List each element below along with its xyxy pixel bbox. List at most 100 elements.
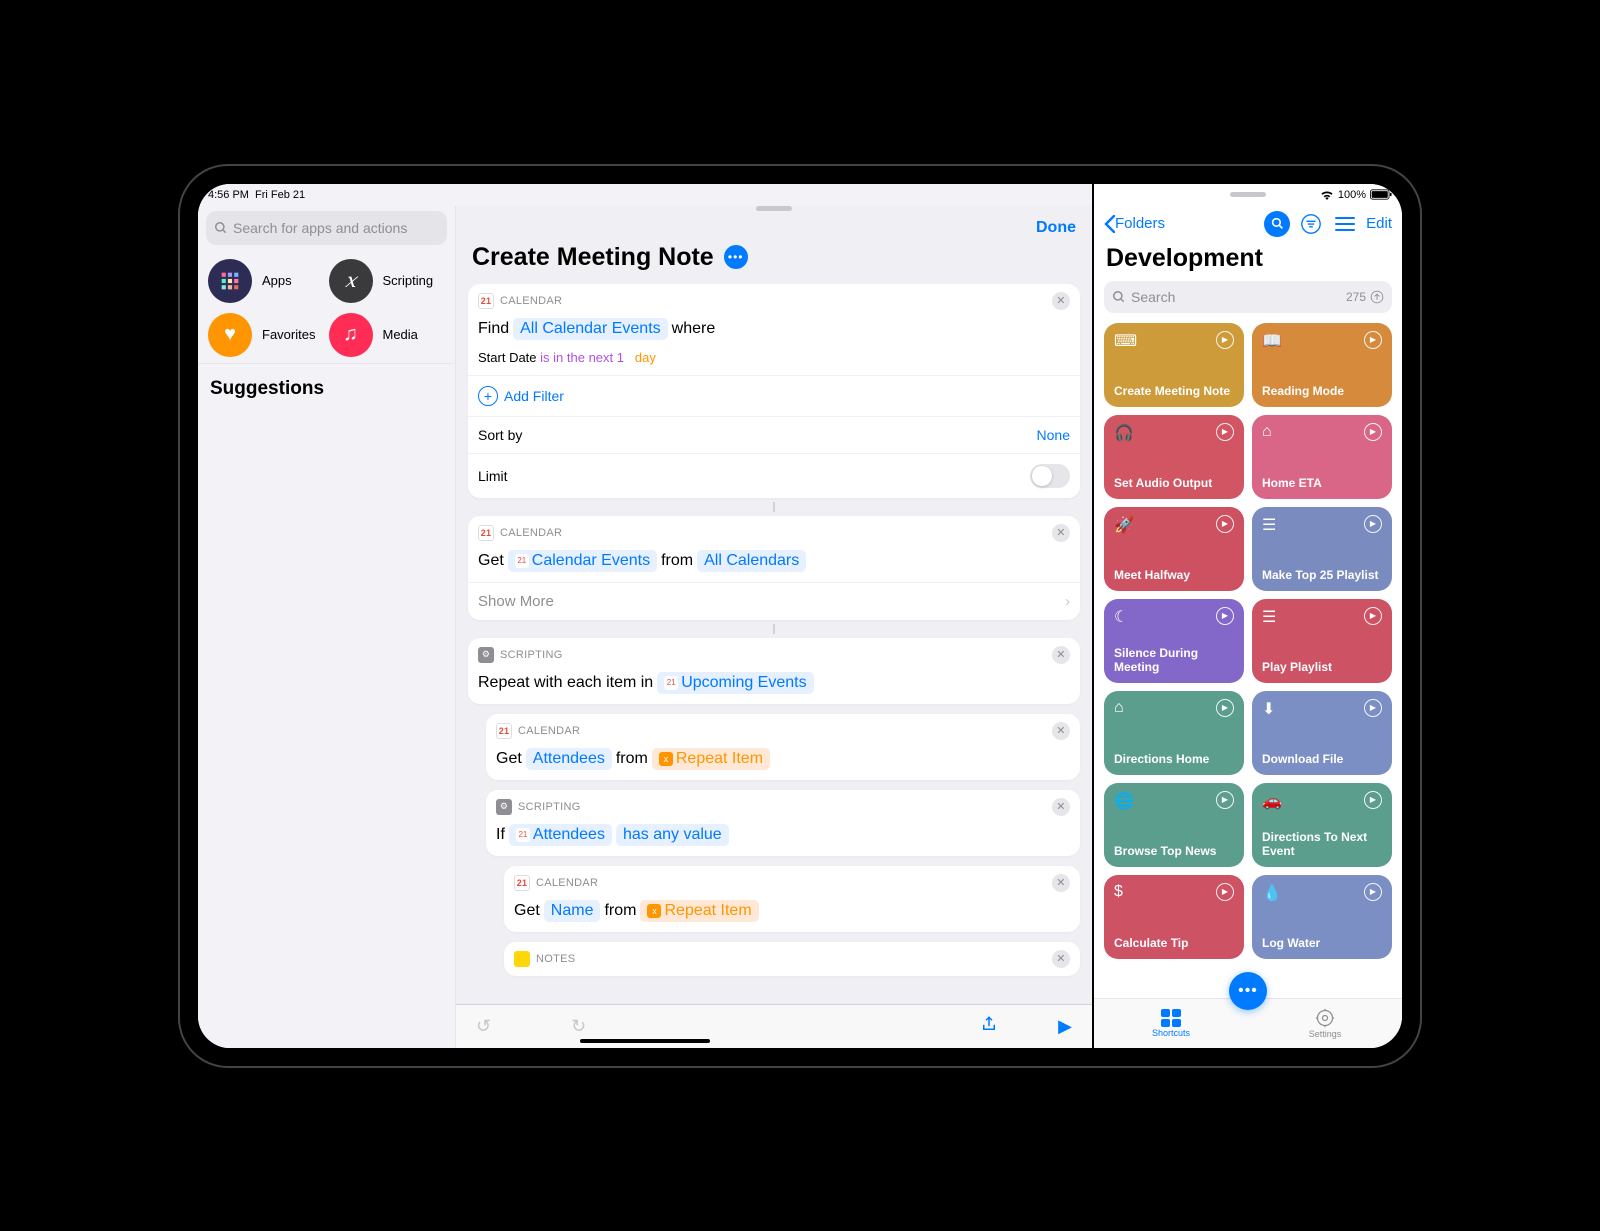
home-indicator[interactable] [580,1039,710,1043]
scripting-icon: 𝑥 [329,259,373,303]
tile-icon: ⌂ [1262,423,1272,441]
tab-settings[interactable]: Settings [1248,999,1402,1048]
filter-unit[interactable]: day [635,350,656,365]
delete-action-button[interactable]: ✕ [1052,646,1070,664]
shortcut-tile[interactable]: ☰▶Play Playlist [1252,599,1392,683]
filter-number[interactable]: 1 [617,350,624,365]
shortcut-tile[interactable]: 🚀▶Meet Halfway [1104,507,1244,591]
limit-toggle[interactable] [1030,464,1070,488]
shortcut-tile[interactable]: ⌨▶Create Meeting Note [1104,323,1244,407]
play-icon[interactable]: ▶ [1364,607,1382,625]
shortcut-tile[interactable]: 💧▶Log Water [1252,875,1392,959]
list-view-button[interactable] [1332,211,1358,237]
token-upcoming-events[interactable]: 21Upcoming Events [657,672,813,694]
shortcut-tile[interactable]: 🌐▶Browse Top News [1104,783,1244,867]
more-button[interactable]: ••• [724,245,748,269]
play-icon[interactable]: ▶ [1216,607,1234,625]
action-get-calendar-events[interactable]: 21 CALENDAR ✕ Get 21Calendar Events from… [468,516,1080,620]
action-notes[interactable]: NOTES ✕ [504,942,1080,976]
shortcut-tile[interactable]: ⌂▶Home ETA [1252,415,1392,499]
sort-by-value[interactable]: None [1037,427,1070,443]
done-button[interactable]: Done [1036,219,1076,237]
delete-action-button[interactable]: ✕ [1052,874,1070,892]
share-button[interactable] [980,1015,998,1038]
tile-icon: $ [1114,883,1123,901]
settings-tab-icon [1315,1008,1335,1028]
more-fab-button[interactable]: ••• [1229,972,1267,1010]
tile-icon: ☾ [1114,607,1128,627]
token-repeat-item[interactable]: xRepeat Item [652,748,770,770]
play-icon[interactable]: ▶ [1364,331,1382,349]
play-icon[interactable]: ▶ [1216,883,1234,901]
token-all-calendars[interactable]: All Calendars [697,550,806,572]
play-icon[interactable]: ▶ [1216,515,1234,533]
search-placeholder: Search [1131,289,1175,305]
tile-label: Make Top 25 Playlist [1262,568,1382,582]
filter-operator[interactable]: is in the next [540,350,613,365]
play-icon[interactable]: ▶ [1216,423,1234,441]
action-verb: Get [514,902,540,920]
shortcut-tile[interactable]: 🚗▶Directions To Next Event [1252,783,1392,867]
token-name[interactable]: Name [544,900,601,922]
token-calendar-events[interactable]: 21Calendar Events [508,550,657,572]
shortcut-tile[interactable]: ⌂▶Directions Home [1104,691,1244,775]
search-icon [214,221,228,235]
action-find-calendar-events[interactable]: 21 CALENDAR ✕ Find All Calendar Events w… [468,284,1080,498]
delete-action-button[interactable]: ✕ [1052,292,1070,310]
battery-icon [1370,189,1392,200]
search-input[interactable]: Search for apps and actions [206,211,447,245]
shortcut-tile[interactable]: 📖▶Reading Mode [1252,323,1392,407]
action-repeat-each[interactable]: ⚙ SCRIPTING ✕ Repeat with each item in 2… [468,638,1080,704]
shortcut-tile[interactable]: ☰ ▶ Make Top 25 Playlist [1252,507,1392,591]
category-media[interactable]: ♫ Media [329,313,446,357]
play-icon[interactable]: ▶ [1364,699,1382,717]
play-icon[interactable]: ▶ [1216,791,1234,809]
undo-button[interactable]: ↺ [476,1016,491,1037]
delete-action-button[interactable]: ✕ [1052,524,1070,542]
play-icon[interactable]: ▶ [1216,699,1234,717]
play-icon[interactable]: ▶ [1364,423,1382,441]
shortcut-tile[interactable]: ⬇▶Download File [1252,691,1392,775]
action-get-attendees[interactable]: 21 CALENDAR ✕ Get Attendees from xRepeat… [486,714,1080,780]
play-icon[interactable]: ▶ [1364,791,1382,809]
battery-percent: 100% [1338,189,1366,201]
shortcut-tile[interactable]: 🎧▶Set Audio Output [1104,415,1244,499]
token-attendees[interactable]: Attendees [526,748,612,770]
add-filter-button[interactable]: + Add Filter [478,386,564,406]
action-category: NOTES [536,953,575,965]
action-get-name[interactable]: 21 CALENDAR ✕ Get Name from xRepeat Item [504,866,1080,932]
play-icon[interactable]: ▶ [1364,515,1382,533]
delete-action-button[interactable]: ✕ [1052,722,1070,740]
tile-icon: ☰ [1262,515,1276,535]
library-search-input[interactable]: Search 275 [1104,281,1392,313]
grabber-handle[interactable] [1230,192,1266,197]
redo-button[interactable]: ↻ [571,1016,586,1037]
play-icon[interactable]: ▶ [1364,883,1382,901]
category-favorites[interactable]: ♥ Favorites [208,313,325,357]
shortcut-tile[interactable]: $▶Calculate Tip [1104,875,1244,959]
action-if[interactable]: ⚙ SCRIPTING ✕ If 21Attendees has any val… [486,790,1080,856]
filter-field[interactable]: Start Date [478,350,537,365]
delete-action-button[interactable]: ✕ [1052,798,1070,816]
search-toggle-button[interactable] [1264,211,1290,237]
token-attendees[interactable]: 21Attendees [509,824,612,846]
calendar-icon: 21 [478,525,494,541]
shortcut-tile[interactable]: ☾▶Silence During Meeting [1104,599,1244,683]
calendar-icon: 21 [478,293,494,309]
shortcut-title[interactable]: Create Meeting Note [472,243,714,272]
tab-shortcuts[interactable]: Shortcuts [1094,999,1248,1048]
tile-icon: ⌨ [1114,331,1137,351]
delete-action-button[interactable]: ✕ [1052,950,1070,968]
tile-label: Browse Top News [1114,844,1234,858]
category-apps[interactable]: Apps [208,259,325,303]
token-all-calendar-events[interactable]: All Calendar Events [513,318,668,340]
show-more-button[interactable]: Show More › [468,582,1080,620]
run-button[interactable]: ▶ [1058,1016,1072,1037]
token-repeat-item[interactable]: xRepeat Item [640,900,758,922]
category-scripting[interactable]: 𝑥 Scripting [329,259,446,303]
filter-button[interactable] [1298,211,1324,237]
play-icon[interactable]: ▶ [1216,331,1234,349]
edit-button[interactable]: Edit [1366,215,1392,232]
back-button[interactable]: Folders [1104,215,1165,233]
token-condition[interactable]: has any value [616,824,729,846]
